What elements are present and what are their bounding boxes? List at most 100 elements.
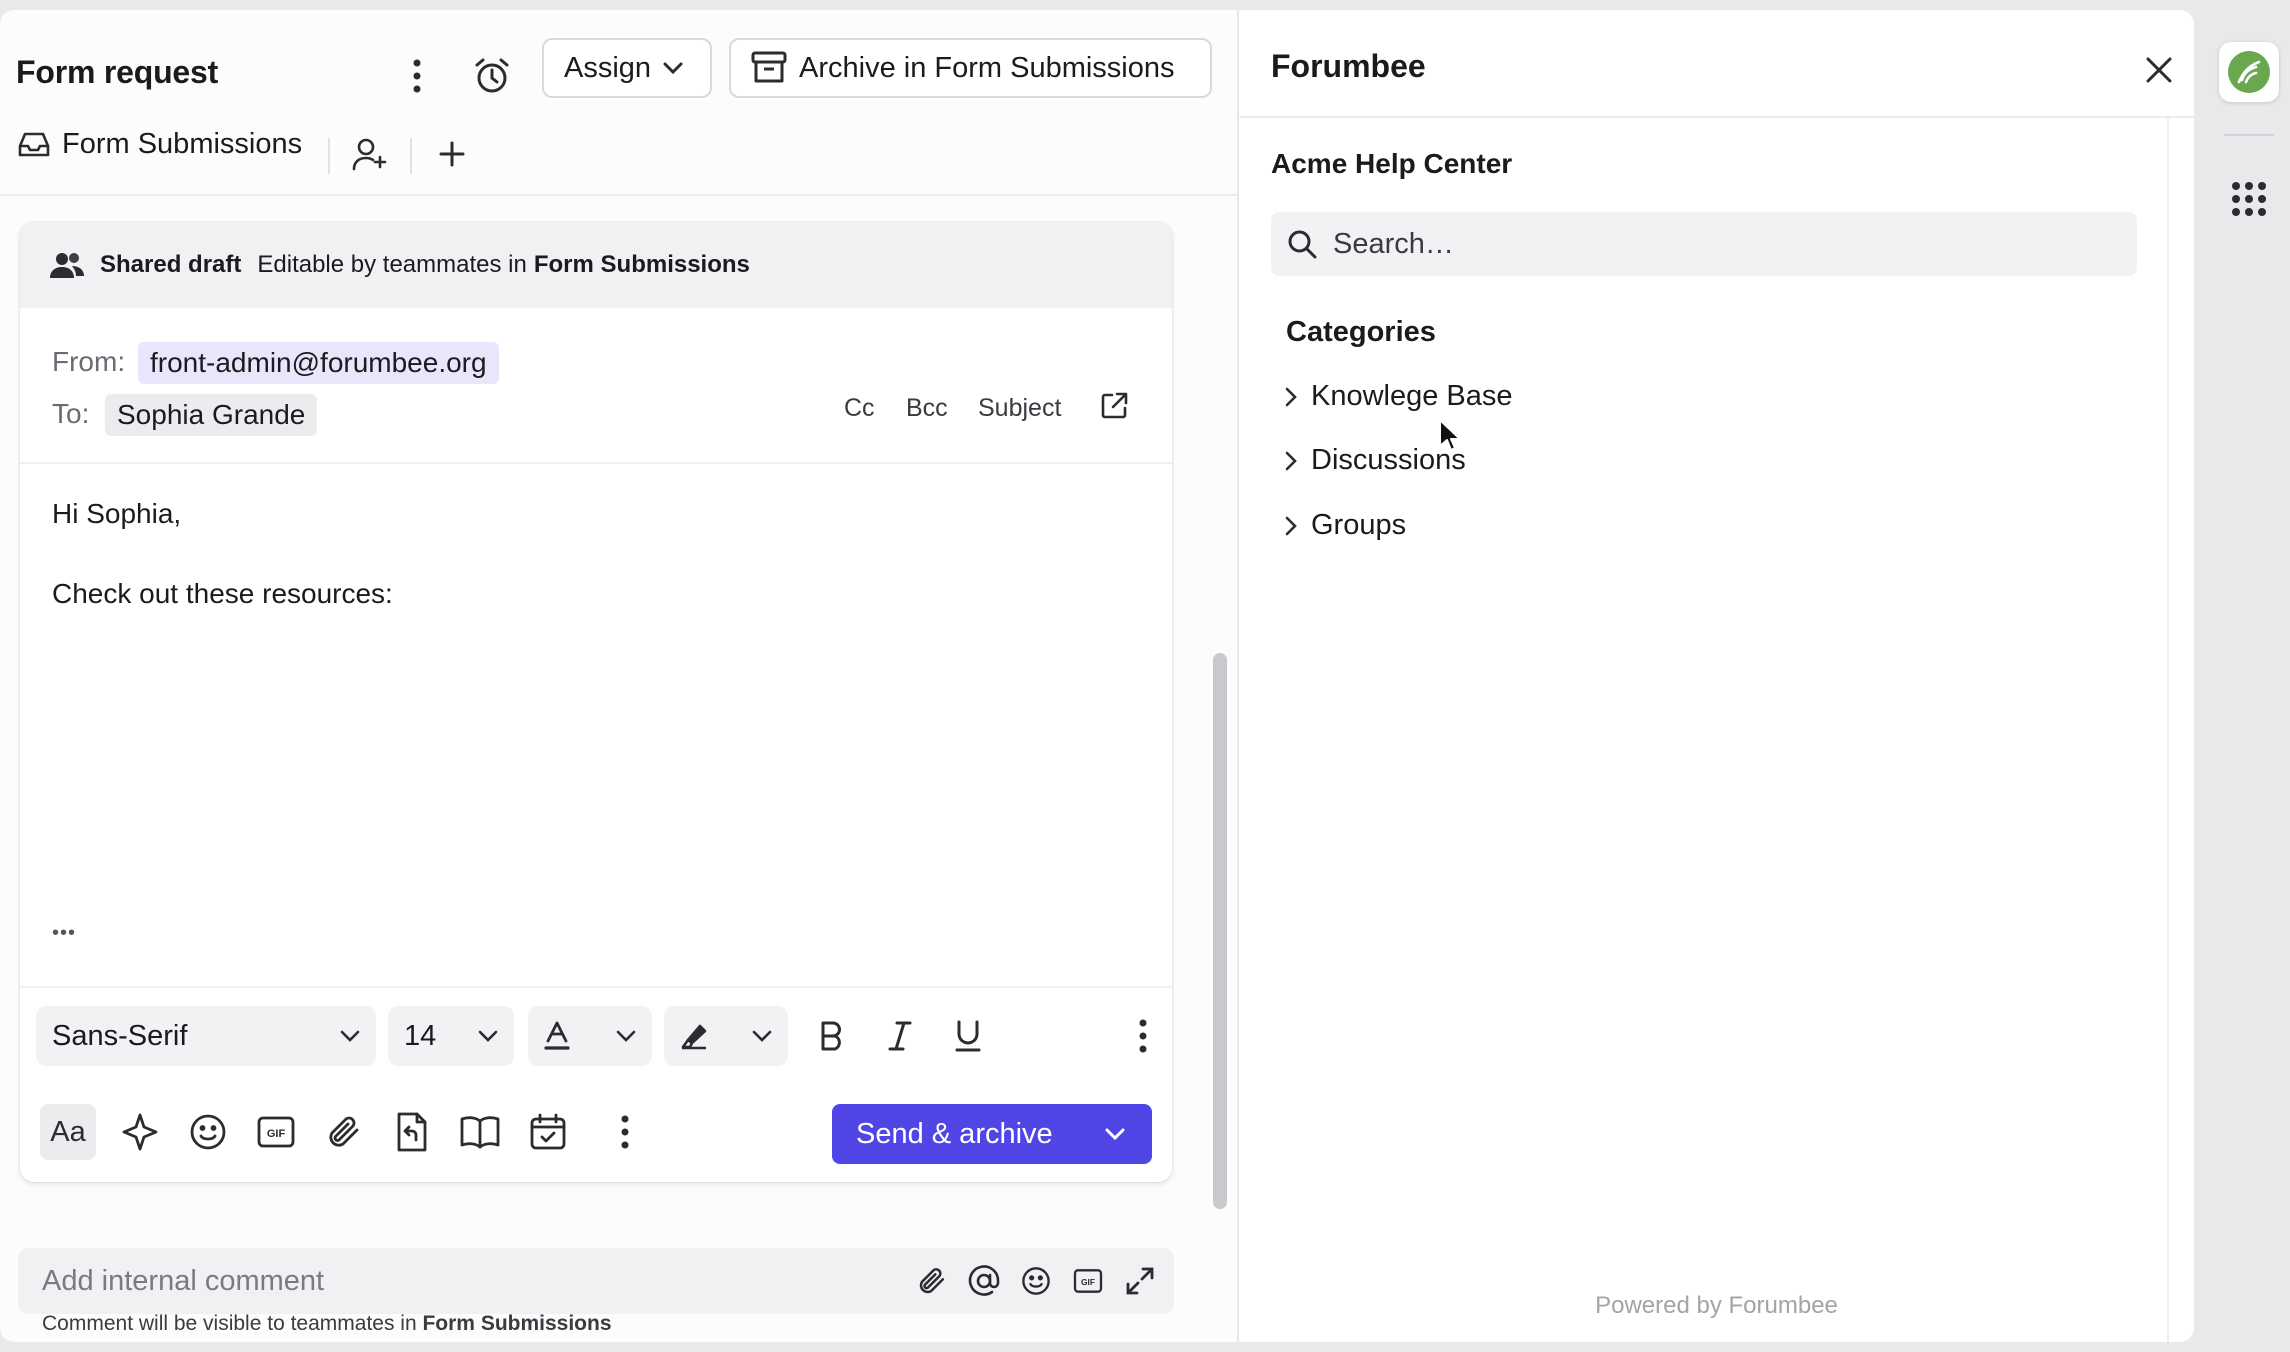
- comment-note-inbox: Form Submissions: [422, 1312, 612, 1335]
- body-line[interactable]: Check out these resources:: [52, 578, 393, 610]
- comment-emoji-icon[interactable]: [1018, 1263, 1054, 1299]
- category-label: Groups: [1311, 509, 1407, 541]
- shared-draft-inbox: Form Submissions: [533, 251, 750, 278]
- comment-placeholder: Add internal comment: [42, 1265, 325, 1297]
- shared-draft-banner: Shared draft Editable by teammates in Fo…: [20, 222, 1172, 308]
- font-size-value: 14: [404, 1019, 437, 1052]
- scrollbar-thumb[interactable]: [1213, 653, 1227, 1209]
- send-archive-button[interactable]: Send & archive: [832, 1104, 1152, 1164]
- plugin-title: Forumbee: [1271, 48, 1426, 84]
- attachment-icon[interactable]: [320, 1108, 368, 1156]
- archive-label: Archive in Form Submissions: [799, 51, 1175, 84]
- search-input[interactable]: [1333, 227, 2113, 261]
- chevron-down-icon: [340, 1030, 360, 1042]
- help-center-name: Acme Help Center: [1271, 148, 1513, 179]
- chevron-down-icon: [752, 1030, 772, 1042]
- mouse-cursor-icon: [1438, 418, 1462, 452]
- conversation-title: Form request: [16, 54, 219, 90]
- chevron-down-icon: [663, 62, 683, 74]
- cc-button[interactable]: Cc: [844, 394, 875, 423]
- font-family-value: Sans-Serif: [52, 1019, 188, 1052]
- formatting-divider: [20, 986, 1172, 988]
- category-label: Knowlege Base: [1311, 380, 1513, 412]
- forumbee-plugin-pane: Forumbee Acme Help Center Categories Kno…: [1237, 10, 2194, 1342]
- chevron-down-icon: [1105, 1128, 1125, 1140]
- assign-button[interactable]: Assign: [542, 38, 712, 98]
- snooze-alarm-icon[interactable]: [470, 54, 514, 98]
- inbox-name: Form Submissions: [62, 128, 303, 160]
- ai-sparkle-icon[interactable]: [116, 1108, 164, 1156]
- more-formatting-icon[interactable]: [1128, 1016, 1158, 1056]
- knowledge-base-icon[interactable]: [456, 1108, 504, 1156]
- plugin-search[interactable]: [1271, 212, 2137, 276]
- more-options-icon[interactable]: [402, 56, 432, 96]
- app-launcher-grid-icon[interactable]: [2230, 180, 2268, 218]
- svg-text:GIF: GIF: [267, 1128, 286, 1140]
- search-icon: [1288, 230, 1317, 259]
- to-label: To:: [52, 398, 90, 429]
- send-options-dropdown[interactable]: [1078, 1104, 1152, 1164]
- comment-attachment-icon[interactable]: [914, 1263, 950, 1299]
- team-icon: [50, 253, 84, 278]
- category-groups[interactable]: Groups: [1285, 509, 1406, 542]
- chevron-down-icon: [616, 1030, 636, 1042]
- assign-label: Assign: [564, 51, 652, 84]
- forumbee-logo-icon: [2228, 51, 2270, 93]
- internal-comment-box[interactable]: Add internal comment GIF: [18, 1248, 1174, 1314]
- emoji-icon[interactable]: [184, 1108, 232, 1156]
- archive-button[interactable]: Archive in Form Submissions: [729, 38, 1212, 98]
- shared-draft-text: Editable by teammates in: [257, 251, 527, 278]
- quoted-text-toggle[interactable]: •••: [52, 922, 76, 945]
- rail-divider: [2224, 134, 2274, 136]
- formatting-toggle-button[interactable]: Aa: [40, 1104, 96, 1160]
- chevron-right-icon: [1285, 451, 1297, 470]
- bold-icon[interactable]: [810, 1014, 854, 1058]
- add-teammate-icon[interactable]: [350, 134, 390, 174]
- bcc-button[interactable]: Bcc: [906, 394, 948, 423]
- gif-icon[interactable]: GIF: [252, 1108, 300, 1156]
- chevron-right-icon: [1285, 516, 1297, 535]
- categories-heading: Categories: [1286, 316, 1436, 348]
- mention-icon[interactable]: [966, 1263, 1002, 1299]
- popout-icon[interactable]: [1096, 388, 1132, 424]
- recipients-divider: [20, 462, 1172, 464]
- header-divider: [0, 194, 1237, 196]
- from-label: From:: [52, 346, 126, 377]
- plugin-header-divider: [1239, 116, 2194, 118]
- close-icon[interactable]: [2139, 50, 2179, 90]
- highlighter-icon: [681, 1024, 707, 1050]
- category-knowledge-base[interactable]: Knowlege Base: [1285, 380, 1513, 413]
- divider: [410, 138, 412, 174]
- body-greeting[interactable]: Hi Sophia,: [52, 498, 181, 530]
- text-color-select[interactable]: [528, 1006, 652, 1066]
- inbox-breadcrumb[interactable]: Form Submissions: [18, 128, 302, 161]
- plus-icon[interactable]: [432, 134, 472, 174]
- shared-draft-label: Shared draft: [100, 251, 242, 278]
- conversation-pane: Form request Assign Archive in Form Subm…: [0, 10, 1237, 1342]
- plugin-scroll-track: [2167, 118, 2169, 1342]
- chevron-right-icon: [1285, 387, 1297, 406]
- expand-icon[interactable]: [1122, 1263, 1158, 1299]
- subject-button[interactable]: Subject: [978, 394, 1061, 423]
- schedule-send-icon[interactable]: [524, 1108, 572, 1156]
- comment-note-text: Comment will be visible to teammates in: [42, 1312, 417, 1335]
- recipient-chip[interactable]: Sophia Grande: [105, 394, 318, 436]
- font-family-select[interactable]: Sans-Serif: [36, 1006, 376, 1066]
- more-actions-icon[interactable]: [610, 1110, 640, 1154]
- divider: [328, 138, 330, 174]
- archive-box-icon: [751, 51, 787, 83]
- chevron-down-icon: [478, 1030, 498, 1042]
- underline-icon[interactable]: [946, 1014, 990, 1058]
- font-size-select[interactable]: 14: [388, 1006, 514, 1066]
- comment-visibility-note: Comment will be visible to teammates in …: [42, 1312, 612, 1336]
- powered-by-footer: Powered by Forumbee: [1595, 1292, 1838, 1319]
- template-insert-icon[interactable]: [388, 1108, 436, 1156]
- inbox-tray-icon: [18, 132, 50, 156]
- highlight-select[interactable]: [664, 1006, 788, 1066]
- from-address-chip[interactable]: front-admin@forumbee.org: [138, 342, 499, 384]
- forumbee-app-button[interactable]: [2219, 42, 2279, 102]
- comment-gif-icon[interactable]: GIF: [1070, 1263, 1106, 1299]
- text-color-icon: [544, 1021, 570, 1050]
- svg-text:GIF: GIF: [1081, 1277, 1095, 1287]
- italic-icon[interactable]: [878, 1014, 922, 1058]
